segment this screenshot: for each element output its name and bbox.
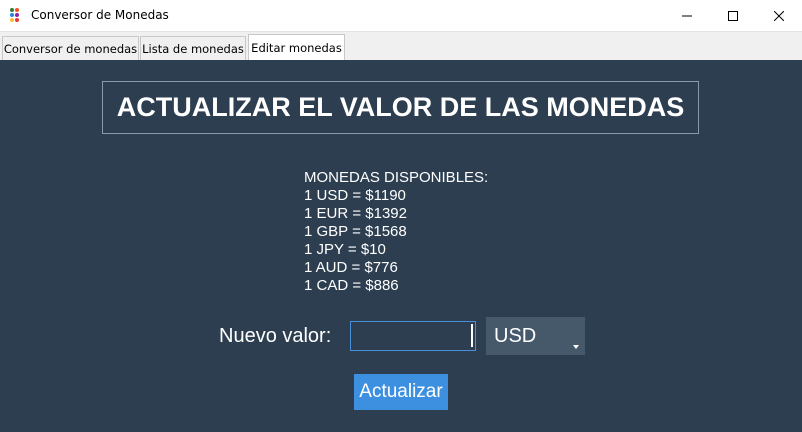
currency-rate: 1 JPY = $10: [304, 241, 386, 258]
currency-rate: 1 EUR = $1392: [304, 205, 407, 222]
minimize-icon: [682, 15, 692, 16]
close-icon: [774, 10, 784, 21]
currency-rate: 1 USD = $1190: [304, 187, 406, 204]
title-bar: Conversor de Monedas: [0, 0, 802, 32]
tab-bar: Conversor de monedas Lista de monedas Ed…: [0, 32, 802, 61]
maximize-button[interactable]: [710, 0, 756, 31]
update-button[interactable]: Actualizar: [354, 374, 448, 410]
text-caret: [471, 324, 473, 347]
window-title: Conversor de Monedas: [31, 8, 169, 22]
page-title: ACTUALIZAR EL VALOR DE LAS MONEDAS: [102, 81, 699, 134]
minimize-button[interactable]: [664, 0, 710, 31]
dropdown-arrow-icon: [573, 345, 579, 349]
tab-conversor[interactable]: Conversor de monedas: [2, 36, 139, 60]
currency-rate: 1 GBP = $1568: [304, 223, 407, 240]
currency-list-title: MONEDAS DISPONIBLES:: [304, 169, 489, 186]
close-button[interactable]: [756, 0, 802, 31]
maximize-icon: [728, 10, 738, 21]
tab-editar[interactable]: Editar monedas: [248, 34, 345, 61]
app-icon: [10, 8, 24, 22]
currency-list: MONEDAS DISPONIBLES: 1 USD = $1190 1 EUR…: [304, 169, 488, 295]
new-value-input[interactable]: [350, 321, 476, 351]
currency-rate: 1 CAD = $886: [304, 277, 399, 294]
new-value-label: Nuevo valor:: [219, 325, 332, 347]
currency-select[interactable]: USD: [486, 317, 585, 355]
currency-select-value: USD: [494, 325, 537, 347]
edit-panel: ACTUALIZAR EL VALOR DE LAS MONEDAS MONED…: [0, 60, 802, 432]
tab-lista[interactable]: Lista de monedas: [140, 36, 246, 60]
currency-rate: 1 AUD = $776: [304, 259, 398, 276]
